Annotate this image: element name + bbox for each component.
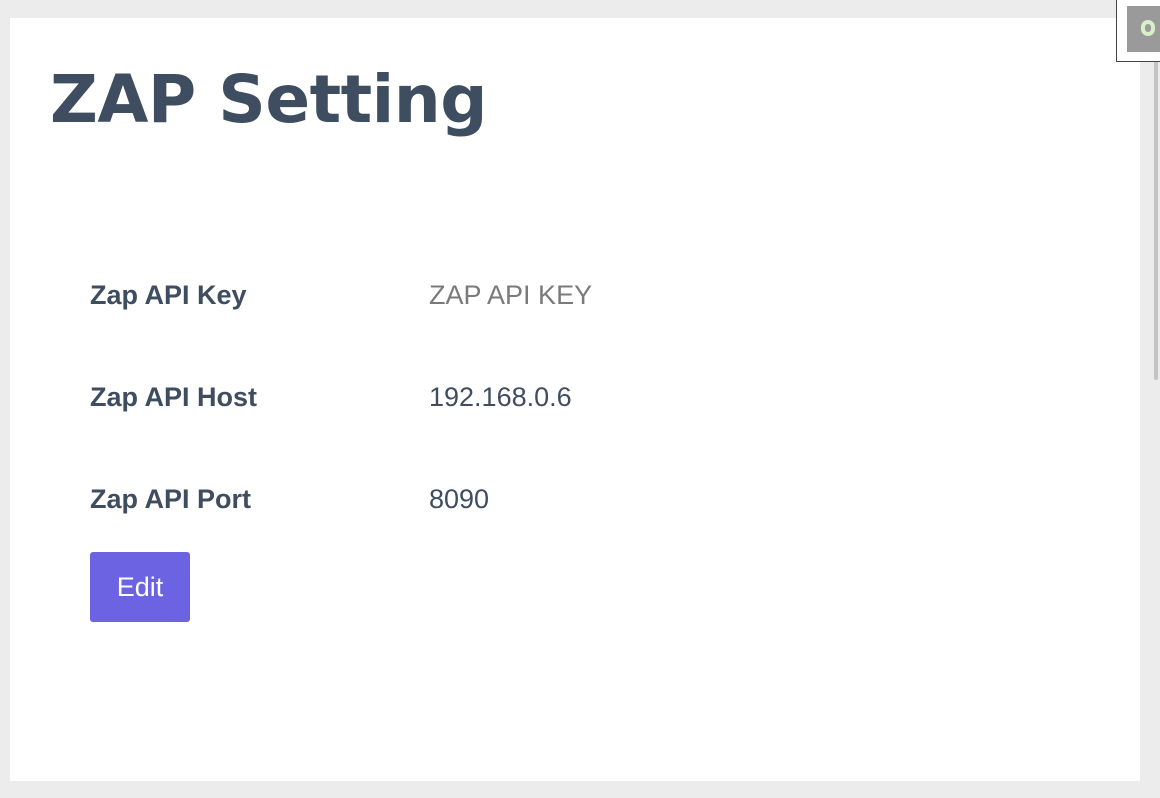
setting-row-api-port: Zap API Port 8090	[90, 458, 990, 560]
app-icon	[1127, 6, 1160, 52]
vertical-scrollbar[interactable]	[1146, 0, 1160, 798]
api-port-label: Zap API Port	[90, 484, 252, 514]
api-key-label: Zap API Key	[90, 280, 247, 310]
page: ZAP Setting Zap API Key ZAP API KEY Zap …	[0, 0, 1160, 798]
api-host-value: 192.168.0.6	[429, 382, 572, 412]
corner-widget[interactable]	[1116, 0, 1160, 62]
setting-row-api-host: Zap API Host 192.168.0.6	[90, 356, 990, 458]
settings-card: ZAP Setting Zap API Key ZAP API KEY Zap …	[10, 18, 1140, 781]
page-title: ZAP Setting	[50, 61, 488, 138]
api-key-value: ZAP API KEY	[429, 280, 593, 310]
api-port-value: 8090	[429, 484, 490, 514]
api-host-label: Zap API Host	[90, 382, 258, 412]
setting-row-api-key: Zap API Key ZAP API KEY	[90, 254, 990, 356]
settings-list: Zap API Key ZAP API KEY Zap API Host 192…	[90, 254, 990, 560]
scrollbar-thumb[interactable]	[1154, 60, 1158, 380]
edit-button[interactable]: Edit	[90, 552, 190, 622]
